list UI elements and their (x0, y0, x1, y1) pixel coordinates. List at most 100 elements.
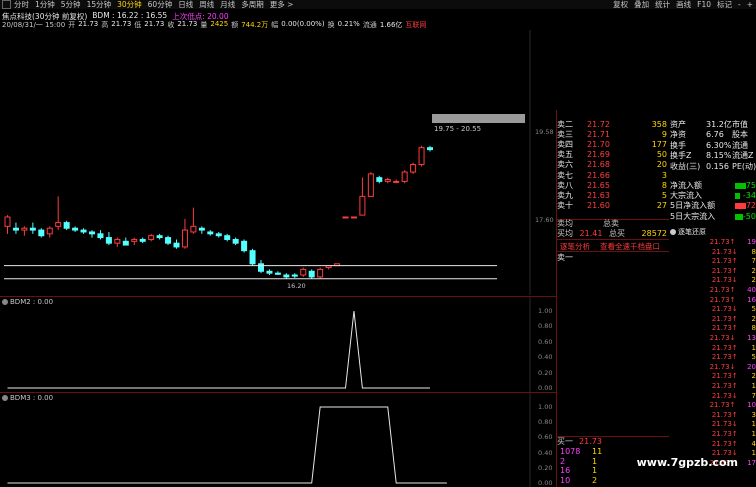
tick-time (680, 257, 698, 266)
ask-label: 卖九 (557, 190, 573, 200)
total-bid-value: 28572 (641, 229, 667, 238)
candle-body (97, 233, 104, 239)
candle-body (4, 216, 11, 227)
ask-vol: 8 (661, 180, 667, 190)
ask-row: 卖二 21.72 358 (557, 120, 669, 130)
toolbar-button[interactable]: 画线 (673, 0, 694, 9)
tick-time (680, 315, 698, 324)
low-value: 21.73 (144, 20, 165, 28)
candle-body (291, 274, 298, 277)
ask-vol: 9 (661, 130, 667, 140)
bid-avg-row: 买均 21.41 总买 28572 (557, 229, 669, 239)
toolbar-button[interactable]: 复权 (610, 0, 631, 9)
candlestick-chart[interactable] (0, 30, 556, 295)
sell1-label: 卖一 (557, 253, 573, 262)
toolbar-button[interactable]: 标记 (714, 0, 735, 9)
ask-row: 卖九 21.63 5 (557, 191, 669, 201)
tick-vol: 2 (751, 266, 756, 275)
open-label: 开 (68, 21, 76, 29)
tick-vol: 5 (751, 305, 756, 314)
period-tab[interactable]: 60分钟 (145, 0, 176, 9)
menu-icon[interactable] (2, 0, 11, 9)
ask-vol: 20 (656, 160, 667, 170)
candle-body (21, 227, 28, 231)
tick-vol: 7 (751, 391, 756, 400)
tick-row: 21.73↓ 8 (680, 248, 756, 257)
sector-link[interactable]: 互联网 (405, 20, 426, 29)
candle-body (418, 147, 425, 166)
flow-value: -34 (742, 191, 756, 201)
candle-body (105, 237, 112, 244)
toolbar-button[interactable]: 叠加 (631, 0, 652, 9)
candle-body (274, 272, 281, 275)
stat-label: 净资 (670, 130, 686, 140)
flow-row: 净流入额 -75 (670, 181, 756, 191)
period-tab[interactable]: 1分钟 (32, 0, 58, 9)
period-tab[interactable]: 5分钟 (58, 0, 84, 9)
ask-label: 卖七 (557, 170, 573, 180)
tick-row: 21.73↑ 19 (680, 238, 756, 247)
ask-label: 卖五 (557, 150, 573, 160)
stat-row: 换手Z 8.15% 流通Z (670, 151, 756, 161)
period-tab[interactable]: 15分钟 (84, 0, 115, 9)
period-tab[interactable]: 30分钟 (114, 0, 145, 9)
stat-row: 收益(三) 0.156 PE(动) (670, 162, 756, 172)
tick-price: 21.73↑ (711, 439, 738, 448)
ask-price: 21.70 (587, 140, 610, 150)
toolbar-button[interactable]: 统计 (652, 0, 673, 9)
period-tab[interactable]: 更多 > (267, 0, 297, 9)
tick-vol: 1 (751, 420, 756, 429)
tick-row: 21.73↓ 2 (680, 276, 756, 285)
toolbar-button[interactable]: F10 (694, 0, 714, 9)
tick-price: 21.73↑ (711, 314, 738, 323)
candle-body (376, 177, 383, 182)
period-tab[interactable]: 日线 (175, 0, 196, 9)
tick-price: 21.73↓ (711, 391, 738, 400)
candle-body (80, 229, 87, 233)
stat-row: 资产 31.2亿 市值 (670, 120, 756, 130)
tick-price: 21.73↑ (709, 238, 736, 246)
candle-body (393, 180, 400, 183)
ask-row: 卖五 21.69 50 (557, 150, 669, 160)
tick-time (680, 276, 698, 285)
float-value: 1.66亿 (379, 21, 403, 29)
indicator-note: 上次低点: 20.00 (172, 12, 229, 21)
period-tab[interactable]: 多周期 (238, 0, 267, 9)
close-label: 收 (167, 21, 175, 29)
tick-row: 21.73↑ 16 (680, 296, 756, 305)
toolbar-button[interactable]: + (744, 0, 756, 9)
tick-time (680, 296, 698, 305)
candle-body (12, 227, 19, 231)
toolbar-button[interactable]: - (735, 0, 744, 9)
flow-row: 5日大宗流入 -50 (670, 212, 756, 222)
ask-label: 卖二 (557, 120, 573, 129)
flow-row: 5日净流入额 72 (670, 201, 756, 211)
candle-body (384, 179, 391, 182)
tick-price: 21.73↓ (711, 420, 738, 429)
period-tab[interactable]: 月线 (217, 0, 238, 9)
tick-time (680, 248, 698, 257)
tick-price: 21.73↑ (711, 343, 738, 352)
period-tab[interactable]: 周线 (196, 0, 217, 9)
stock-title: 焦点科技(30分钟 前复权) (2, 12, 88, 21)
flow-value: -50 (742, 211, 756, 221)
stat-value: 31.2亿 (706, 120, 732, 129)
tick-price: 21.73↑ (711, 266, 738, 275)
candle-body (207, 231, 214, 235)
ask-label: 卖六 (557, 160, 573, 170)
tick-icon (670, 229, 676, 235)
candle-body (131, 238, 138, 242)
tick-row: 21.73↓ 1 (680, 420, 756, 429)
float-label: 流通 (362, 21, 377, 29)
stat-row: 换手 6.30% 流通 (670, 141, 756, 151)
bid-avg-value: 21.41 (579, 229, 603, 238)
buy1-price: 21.73 (579, 437, 602, 446)
tick-row: 21.73↑ 3 (680, 411, 756, 420)
tick-vol: 2 (751, 276, 756, 285)
candle-body (342, 216, 349, 219)
period-tab[interactable]: 分时 (11, 0, 32, 9)
flow-value: 72 (745, 201, 756, 211)
turn-value: 0.21% (337, 20, 360, 28)
divider (556, 251, 669, 252)
tick-vol: 17 (747, 458, 756, 467)
